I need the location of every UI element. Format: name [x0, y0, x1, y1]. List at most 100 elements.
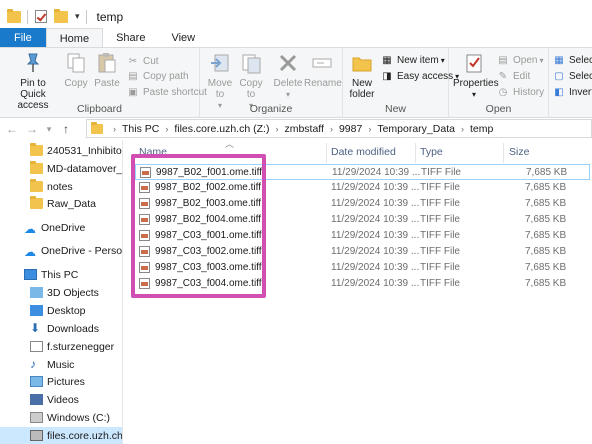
column-header-type[interactable]: Type — [420, 146, 443, 158]
column-divider — [326, 143, 327, 163]
music-note-icon: ♪ — [30, 357, 36, 371]
file-row[interactable]: 9987_B02_f001.ome.tiff 11/29/2024 10:39 … — [135, 164, 590, 180]
file-row[interactable]: 9987_C03_f002.ome.tiff 11/29/2024 10:39 … — [135, 244, 590, 260]
copy-button[interactable]: Copy — [62, 50, 90, 89]
tiff-file-icon — [140, 167, 151, 178]
column-divider — [503, 143, 504, 163]
chevron-right-icon: › — [460, 123, 464, 134]
breadcrumb-drive[interactable]: files.core.uzh.ch (Z:) — [174, 123, 269, 135]
nav-item-label: Videos — [47, 393, 79, 406]
nav-network-drive[interactable]: files.core.uzh.ch — [0, 427, 122, 444]
breadcrumb-temp[interactable]: temp — [470, 123, 493, 135]
nav-3d-objects[interactable]: 3D Objects — [30, 284, 99, 301]
folder-icon — [30, 143, 43, 156]
file-row[interactable]: 9987_B02_f003.ome.tiff 11/29/2024 10:39 … — [135, 196, 590, 212]
nav-downloads[interactable]: ⬇ Downloads — [30, 320, 99, 337]
delete-label: Delete — [273, 78, 303, 89]
file-type: TIFF File — [420, 230, 460, 241]
file-type: TIFF File — [420, 262, 460, 273]
nav-music[interactable]: ♪ Music — [30, 356, 74, 373]
nav-pictures[interactable]: Pictures — [30, 373, 85, 390]
edit-button[interactable]: ✎ Edit — [497, 69, 530, 84]
new-folder-icon[interactable] — [54, 8, 68, 23]
nav-folder-item[interactable]: MD-datamover_ — [30, 160, 122, 177]
recent-locations-icon[interactable]: ▾ — [44, 124, 54, 135]
nav-item-label: Music — [47, 358, 75, 371]
breadcrumb-zmbstaff[interactable]: zmbstaff — [284, 123, 324, 135]
copy-path-button[interactable]: ▤ Copy path — [127, 69, 188, 84]
breadcrumb-9987[interactable]: 9987 — [339, 123, 362, 135]
cut-button[interactable]: ✂ Cut — [127, 54, 159, 69]
properties-button[interactable]: Properties ▾ — [453, 50, 499, 100]
tab-home[interactable]: Home — [45, 28, 104, 48]
paste-shortcut-icon: ▣ — [128, 87, 138, 98]
column-header-size[interactable]: Size — [509, 146, 529, 158]
easy-access-button[interactable]: ◨ Easy access ▾ — [381, 69, 459, 84]
file-row[interactable]: 9987_C03_f004.ome.tiff 11/29/2024 10:39 … — [135, 276, 590, 292]
column-header-name[interactable]: Name — [139, 146, 167, 158]
easy-access-icon: ◨ — [382, 71, 392, 82]
history-button[interactable]: ◷ History — [497, 85, 545, 100]
tab-view[interactable]: View — [158, 28, 208, 48]
select-all-button[interactable]: ▦ Select — [553, 53, 592, 68]
select-none-button[interactable]: ▢ Select — [553, 69, 592, 84]
forward-arrow-icon[interactable]: → — [24, 122, 40, 136]
nav-folder-item[interactable]: Raw_Data — [30, 195, 96, 212]
nav-onedrive-personal[interactable]: ☁ OneDrive - Person — [24, 242, 122, 260]
nav-folder-label: Raw_Data — [47, 197, 97, 210]
up-arrow-icon[interactable]: ↑ — [58, 122, 74, 136]
file-row[interactable]: 9987_B02_f004.ome.tiff 11/29/2024 10:39 … — [135, 212, 590, 228]
new-group-label: New — [384, 103, 406, 115]
nav-user-folder[interactable]: f.sturzenegger — [30, 338, 114, 355]
open-group: Properties ▾ ▤ Open ▾ ✎ Edit ◷ History O… — [449, 48, 549, 118]
cloud-icon: ☁ — [24, 222, 36, 236]
delete-button[interactable]: Delete ▾ — [272, 50, 304, 100]
clipboard-group: Pin to Quick access Copy Paste ✂ Cut ▤ C… — [0, 48, 207, 118]
copy-icon — [63, 50, 89, 76]
nav-folder-item[interactable]: notes — [30, 178, 73, 195]
breadcrumb-temporary-data[interactable]: Temporary_Data — [377, 123, 455, 135]
file-row[interactable]: 9987_B02_f002.ome.tiff 11/29/2024 10:39 … — [135, 180, 590, 196]
nav-this-pc-label: This PC — [41, 268, 79, 281]
nav-videos[interactable]: Videos — [30, 391, 79, 408]
ribbon: Pin to Quick access Copy Paste ✂ Cut ▤ C… — [0, 47, 592, 118]
easy-access-label: Easy access — [397, 71, 454, 82]
file-row[interactable]: 9987_C03_f001.ome.tiff 11/29/2024 10:39 … — [135, 228, 590, 244]
file-row[interactable]: 9987_C03_f003.ome.tiff 11/29/2024 10:39 … — [135, 260, 590, 276]
nav-windows-drive[interactable]: Windows (C:) — [30, 409, 110, 426]
invert-selection-button[interactable]: ◧ Invert — [553, 85, 592, 100]
pin-quick-access-button[interactable]: Pin to Quick access — [8, 50, 58, 111]
folder-icon — [7, 8, 21, 23]
nav-this-pc[interactable]: This PC — [24, 266, 78, 283]
nav-onedrive[interactable]: ☁ OneDrive — [24, 219, 85, 237]
move-to-label: Move to — [207, 78, 233, 100]
history-icon: ◷ — [498, 87, 508, 98]
new-item-dropdown-icon: ▾ — [440, 56, 445, 65]
ribbon-tabs: File Home Share View — [0, 28, 592, 48]
paste-shortcut-button[interactable]: ▣ Paste shortcut — [127, 85, 207, 100]
rename-button[interactable]: Rename — [304, 50, 342, 89]
address-bar[interactable]: › This PC › files.core.uzh.ch (Z:) › zmb… — [86, 119, 592, 138]
paste-button[interactable]: Paste — [93, 50, 121, 89]
file-size: 7,685 KB — [525, 182, 567, 193]
open-button[interactable]: ▤ Open ▾ — [497, 53, 543, 68]
tab-file[interactable]: File — [0, 28, 46, 48]
select-group: ▦ Select ▢ Select ◧ Invert — [549, 48, 592, 118]
customize-toolbar-icon[interactable]: ▾ — [75, 11, 80, 22]
move-to-button[interactable]: Move to ▾ — [204, 50, 236, 111]
open-label: Open — [513, 55, 538, 66]
copy-to-button[interactable]: Copy to ▾ — [236, 50, 266, 111]
nav-folder-item[interactable]: 240531_Inhibitor — [30, 142, 122, 159]
file-date: 11/29/2024 10:39 ... — [331, 246, 420, 257]
paste-shortcut-label: Paste shortcut — [143, 87, 207, 98]
properties-icon[interactable] — [35, 10, 47, 23]
new-item-icon: ▦ — [382, 55, 392, 66]
file-type: TIFF File — [420, 182, 460, 193]
tab-share[interactable]: Share — [103, 28, 158, 48]
column-header-date[interactable]: Date modified — [331, 146, 396, 158]
new-folder-button[interactable]: New folder — [345, 50, 379, 100]
breadcrumb-this-pc[interactable]: This PC — [122, 123, 159, 135]
nav-desktop[interactable]: Desktop — [30, 302, 86, 319]
back-arrow-icon[interactable]: ← — [4, 122, 20, 136]
new-item-button[interactable]: ▦ New item ▾ — [381, 53, 445, 68]
